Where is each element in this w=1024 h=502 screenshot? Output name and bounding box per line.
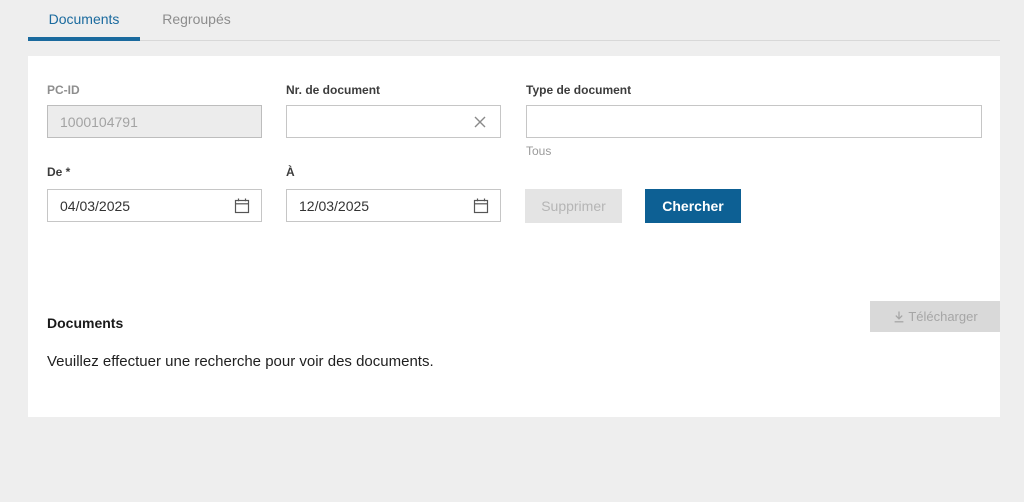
results-heading: Documents xyxy=(47,315,124,331)
supprimer-button: Supprimer xyxy=(525,189,622,223)
chercher-button[interactable]: Chercher xyxy=(645,189,741,223)
pc-id-input xyxy=(47,105,262,138)
search-card: PC-ID Nr. de document Type de document T… xyxy=(28,56,1000,417)
doc-type-hint: Tous xyxy=(526,144,552,158)
date-from-label: De * xyxy=(47,165,71,179)
calendar-icon-glyph xyxy=(473,198,489,214)
date-to-input[interactable] xyxy=(286,189,501,222)
date-to-calendar-icon[interactable] xyxy=(470,195,492,217)
pc-id-label: PC-ID xyxy=(47,83,80,97)
date-from-input[interactable] xyxy=(47,189,262,222)
doc-type-label: Type de document xyxy=(526,83,632,97)
x-clear-icon-glyph xyxy=(474,116,486,128)
tab-documents[interactable]: Documents xyxy=(28,0,140,37)
doc-number-label: Nr. de document xyxy=(286,83,381,97)
documents-search-page: Documents Regroupés PC-ID Nr. de documen… xyxy=(0,0,1024,502)
tab-regroupes[interactable]: Regroupés xyxy=(140,0,253,37)
calendar-icon-glyph xyxy=(234,198,250,214)
date-to-label: À xyxy=(286,165,295,179)
download-icon xyxy=(894,311,904,322)
active-tab-underline xyxy=(28,37,140,41)
date-from-calendar-icon[interactable] xyxy=(231,195,253,217)
tabbar-divider xyxy=(28,40,1000,41)
results-empty-message: Veuillez effectuer une recherche pour vo… xyxy=(47,353,434,370)
telecharger-button-label: Télécharger xyxy=(908,309,978,324)
doc-type-input[interactable] xyxy=(526,105,982,138)
x-clear-icon[interactable] xyxy=(469,111,491,133)
telecharger-button: Télécharger xyxy=(870,301,1000,332)
